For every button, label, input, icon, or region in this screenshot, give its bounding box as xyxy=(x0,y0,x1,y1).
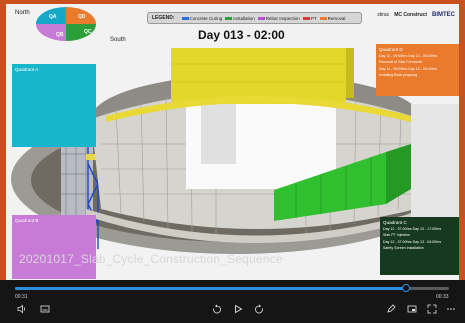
legend-item-removal: Removal xyxy=(319,15,346,21)
compass-label-qb: QB xyxy=(56,32,64,38)
seek-progress xyxy=(15,287,406,290)
quadrant-d-line: Day 11 - 09:00hrs Day 13 - 05:00hrs xyxy=(379,54,437,58)
day-time-label: Day 013 - 02:00 xyxy=(198,28,285,42)
compass-south-label: South xyxy=(110,37,126,43)
compass-label-qd: QD xyxy=(78,14,86,20)
seek-bar[interactable] xyxy=(15,284,449,292)
edit-icon[interactable] xyxy=(386,304,396,317)
quadrant-c-line: Day 12 - 07:00hrs Day 13 - 04:00hrs xyxy=(383,239,442,244)
legend-label: Rebar Inspection xyxy=(265,15,300,21)
quadrant-c-title: Quadrant C xyxy=(383,220,407,225)
video-caption: 20201017_Slab_Cycle_Construction_Sequenc… xyxy=(19,252,283,266)
legend-item-installation: Installation xyxy=(225,16,255,21)
brand-mc-construct: MC Construct xyxy=(394,12,427,18)
compass-widget: North QA QD QB QC South xyxy=(6,4,126,48)
brand-logos: stirac MC Construct BIMTEC xyxy=(377,12,455,18)
compass-label-qa: QA xyxy=(49,14,57,20)
quadrant-a-panel: Quadrant A xyxy=(12,64,96,147)
legend-swatch xyxy=(257,16,265,20)
legend-label: PT xyxy=(310,15,317,21)
forward-icon[interactable] xyxy=(254,304,264,317)
quadrant-b-title: Quadrant B xyxy=(15,218,39,223)
volume-icon[interactable] xyxy=(17,304,27,317)
legend-item-concrete-curing: Concrete Curing xyxy=(181,15,223,21)
rewind-icon[interactable] xyxy=(212,304,222,317)
video-area[interactable]: North QA QD QB QC South LEGEND: Concrete… xyxy=(6,4,459,280)
legend-swatch xyxy=(302,16,310,20)
legend-label: Removal xyxy=(327,15,346,21)
legend-bar: LEGEND: Concrete Curing Installation Reb… xyxy=(147,12,362,24)
fullscreen-icon[interactable] xyxy=(427,304,437,317)
seek-thumb[interactable] xyxy=(401,284,410,292)
time-current: 00:31 xyxy=(15,294,28,300)
legend-swatch xyxy=(319,16,327,20)
brand-bimtec: BIMTEC xyxy=(432,12,455,18)
compass-north-label: North xyxy=(15,10,30,16)
quadrant-c-line: Day 12 - 07:00hrs Day 13 - 17:00hrs xyxy=(383,227,442,231)
more-icon[interactable] xyxy=(446,304,456,317)
quadrant-d-line: Removal of Slab Formwork xyxy=(379,60,423,65)
legend-label: Installation xyxy=(233,15,255,21)
legend-swatch xyxy=(225,16,233,20)
quadrant-d-line: Day 11 - 09:00hrs Day 13 - 05:00hrs xyxy=(379,66,437,71)
legend-label: Concrete Curing xyxy=(189,15,223,21)
quadrant-d-panel: Quadrant D Day 11 - 09:00hrs Day 13 - 05… xyxy=(376,44,459,96)
legend-item-rebar-inspection: Rebar Inspection xyxy=(257,15,300,21)
quadrant-a-title: Quadrant A xyxy=(15,67,39,72)
quadrant-b-panel: Quadrant B xyxy=(12,215,96,279)
legend-swatch xyxy=(181,16,189,20)
compass-pie xyxy=(36,7,96,41)
quadrant-d-title: Quadrant D xyxy=(379,47,403,52)
subtitles-icon[interactable] xyxy=(40,304,50,317)
brand-stirac: stirac xyxy=(377,12,390,18)
compass-label-qc: QC xyxy=(84,29,92,35)
play-icon[interactable] xyxy=(233,304,243,317)
quadrant-c-line: Slab PT Injection xyxy=(383,233,411,238)
legend-item-pt: PT xyxy=(302,15,317,21)
miniplayer-icon[interactable] xyxy=(407,304,417,317)
quadrant-c-panel: Quadrant C Day 12 - 07:00hrs Day 13 - 17… xyxy=(380,217,459,275)
legend-title: LEGEND: xyxy=(152,15,175,21)
quadrant-d-line: Installing Back propping xyxy=(379,72,418,77)
quadrant-c-line: Safety Screen Installation xyxy=(383,245,424,250)
time-total: 00:33 xyxy=(436,294,449,300)
